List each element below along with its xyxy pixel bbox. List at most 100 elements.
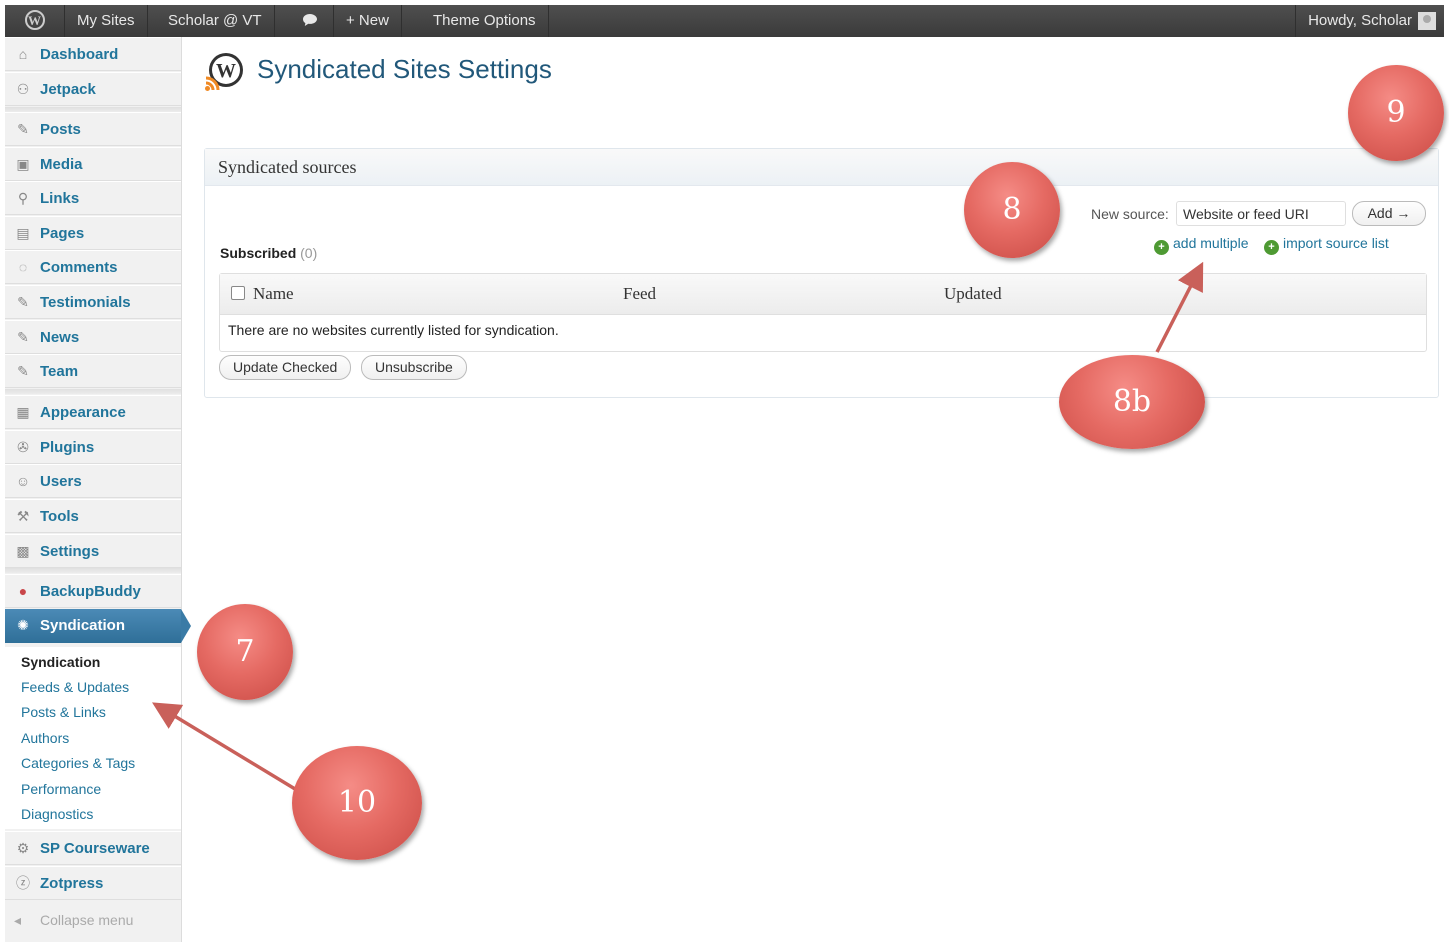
- submenu-syndication[interactable]: Syndication: [21, 654, 100, 670]
- menu-tools[interactable]: ⚒ Tools: [5, 499, 181, 533]
- tools-icon: ⚒: [16, 508, 30, 524]
- site-name-link[interactable]: Scholar @ VT: [156, 5, 275, 37]
- dashboard-icon: ⌂: [18, 46, 28, 62]
- menu-label: Users: [40, 473, 82, 490]
- menu-appearance[interactable]: ▦ Appearance: [5, 395, 181, 429]
- menu-jetpack[interactable]: ⚇ Jetpack: [5, 72, 181, 106]
- select-all-checkbox[interactable]: [231, 286, 245, 300]
- collapse-label: Collapse menu: [40, 912, 134, 928]
- add-multiple-link[interactable]: + add multiple: [1154, 235, 1249, 255]
- annotation-marker-9: 9: [1348, 65, 1444, 161]
- menu-testimonials[interactable]: ✎ Testimonials: [5, 285, 181, 319]
- menu-label: Syndication: [40, 617, 126, 634]
- add-source-button[interactable]: Add →: [1352, 201, 1426, 226]
- new-source-input[interactable]: [1176, 201, 1346, 226]
- menu-backupbuddy[interactable]: ● BackupBuddy: [5, 574, 181, 608]
- column-feed: Feed: [623, 284, 657, 303]
- import-list-label: import source list: [1283, 235, 1389, 251]
- submenu-categories-tags[interactable]: Categories & Tags: [21, 755, 135, 771]
- page-title: Syndicated Sites Settings: [257, 54, 552, 84]
- empty-table-message: There are no websites currently listed f…: [228, 322, 559, 338]
- menu-plugins[interactable]: ✇ Plugins: [5, 430, 181, 464]
- collapse-menu-button[interactable]: ◂ Collapse menu: [5, 903, 181, 937]
- menu-sp-courseware[interactable]: ⚙ SP Courseware: [5, 831, 181, 865]
- annotation-marker-8: 8: [964, 162, 1060, 258]
- syndication-submenu: Syndication Feeds & Updates Posts & Link…: [5, 647, 181, 829]
- menu-label: News: [40, 329, 80, 346]
- menu-posts[interactable]: ✎ Posts: [5, 112, 181, 146]
- courseware-icon: ⚙: [16, 840, 30, 856]
- menu-pages[interactable]: ▤ Pages: [5, 216, 181, 250]
- pin-icon: ✎: [17, 363, 29, 379]
- menu-label: Appearance: [40, 404, 126, 421]
- comments-bubble-icon[interactable]: [286, 5, 334, 37]
- subscribed-label: Subscribed: [220, 245, 297, 261]
- menu-label: Zotpress: [40, 875, 104, 892]
- annotation-marker-7: 7: [197, 604, 293, 700]
- menu-settings[interactable]: ▩ Settings: [5, 534, 181, 568]
- menu-label: Comments: [40, 259, 118, 276]
- menu-zotpress[interactable]: ⓩ Zotpress: [5, 866, 181, 900]
- menu-media[interactable]: ▣ Media: [5, 147, 181, 181]
- svg-text:W: W: [216, 60, 236, 82]
- annotation-marker-8b: 8b: [1059, 355, 1205, 449]
- new-source-label: New source:: [1091, 206, 1169, 222]
- submenu-authors[interactable]: Authors: [21, 730, 69, 746]
- sources-table: Name Feed Updated There are no websites …: [219, 273, 1427, 352]
- submenu-feeds-updates[interactable]: Feeds & Updates: [21, 679, 129, 695]
- column-updated: Updated: [944, 284, 1002, 303]
- users-icon: ☺: [15, 473, 31, 489]
- panel-header: Syndicated sources: [205, 149, 1438, 186]
- pin-icon: ✎: [17, 294, 29, 310]
- account-menu[interactable]: Howdy, Scholar: [1295, 5, 1444, 37]
- comment-icon: ◌: [18, 259, 28, 275]
- collapse-arrow-icon: ◂: [14, 912, 22, 928]
- submenu-posts-links[interactable]: Posts & Links: [21, 704, 106, 720]
- new-content-link[interactable]: + New: [334, 5, 402, 37]
- pin-icon: ✎: [17, 121, 29, 137]
- zotpress-icon: ⓩ: [16, 875, 30, 891]
- table-header: Name Feed Updated: [220, 274, 1426, 315]
- menu-label: Settings: [40, 543, 100, 560]
- avatar: [1418, 12, 1436, 31]
- my-sites-link[interactable]: My Sites: [65, 5, 148, 37]
- subscribed-count: (0): [300, 245, 318, 261]
- admin-bar: W My Sites Scholar @ VT + New Theme Opti…: [5, 5, 1444, 37]
- import-source-list-link[interactable]: + import source list: [1264, 235, 1389, 255]
- jetpack-icon: ⚇: [16, 81, 30, 97]
- menu-users[interactable]: ☺ Users: [5, 464, 181, 498]
- syndication-logo-icon: W: [204, 52, 244, 92]
- media-icon: ▣: [16, 156, 30, 172]
- submenu-diagnostics[interactable]: Diagnostics: [21, 806, 93, 822]
- settings-icon: ▩: [16, 543, 30, 559]
- menu-comments[interactable]: ◌ Comments: [5, 250, 181, 284]
- howdy-text: Howdy, Scholar: [1308, 12, 1412, 29]
- subscribed-heading: Subscribed (0): [220, 245, 317, 261]
- update-checked-button[interactable]: Update Checked: [219, 355, 352, 380]
- menu-label: Testimonials: [40, 294, 131, 311]
- menu-team[interactable]: ✎ Team: [5, 354, 181, 388]
- menu-dashboard[interactable]: ⌂ Dashboard: [5, 37, 181, 71]
- submenu-performance[interactable]: Performance: [21, 781, 101, 797]
- menu-label: Plugins: [40, 439, 95, 456]
- panel-title: Syndicated sources: [218, 157, 357, 177]
- menu-label: Team: [40, 363, 79, 380]
- unsubscribe-button[interactable]: Unsubscribe: [361, 355, 467, 380]
- theme-options-link[interactable]: Theme Options: [421, 5, 549, 37]
- syndicated-sources-panel: Syndicated sources New source: Add → + ad…: [204, 148, 1439, 398]
- admin-sidebar: ⌂ Dashboard ⚇ Jetpack ✎ Posts ▣ Media ⚲ Links…: [5, 37, 191, 942]
- add-icon: +: [1264, 240, 1279, 255]
- backupbuddy-icon: ●: [18, 583, 28, 599]
- menu-label: Tools: [40, 508, 79, 525]
- syndication-icon: ✺: [17, 617, 29, 633]
- wordpress-logo-icon[interactable]: W: [5, 5, 65, 37]
- menu-news[interactable]: ✎ News: [5, 320, 181, 354]
- menu-label: Posts: [40, 121, 81, 138]
- menu-separator: [5, 568, 181, 573]
- menu-label: Media: [40, 156, 83, 173]
- annotation-arrows: [152, 261, 1204, 794]
- menu-label: Dashboard: [40, 46, 119, 63]
- plugin-icon: ✇: [17, 439, 29, 455]
- menu-syndication[interactable]: ✺ Syndication: [5, 609, 191, 643]
- menu-links[interactable]: ⚲ Links: [5, 181, 181, 215]
